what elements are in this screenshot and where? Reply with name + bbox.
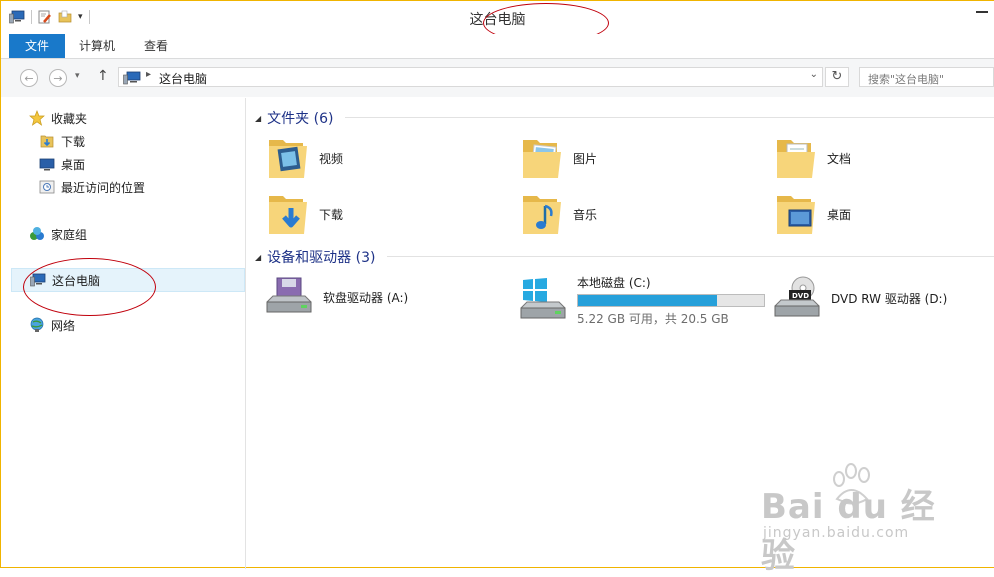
nav-recent-label: 最近访问的位置 (61, 180, 146, 195)
minimize-button[interactable] (976, 11, 988, 13)
dvd-drive-icon: DVD (774, 276, 820, 317)
capacity-bar (577, 294, 765, 307)
folders-group-header[interactable]: ◢ 文件夹 (6) (255, 108, 333, 128)
windows-drive-icon (520, 277, 566, 318)
nav-favorites[interactable]: 收藏夹 (29, 108, 87, 128)
nav-network-label: 网络 (51, 318, 76, 333)
address-row: ← → ▾ ↑ ▸ 这台电脑 ⌄ ↻ 搜索"这台电脑" (1, 59, 994, 97)
nav-downloads-label: 下载 (61, 134, 86, 149)
desktop-folder-icon (777, 196, 815, 234)
folder-label: 图片 (573, 151, 598, 166)
folder-label: 下载 (319, 207, 344, 222)
nav-favorites-label: 收藏夹 (51, 111, 88, 126)
refresh-button[interactable]: ↻ (825, 67, 849, 87)
folder-tile-pictures[interactable]: 图片 (521, 134, 597, 182)
chevron-down-icon[interactable]: ⌄ (810, 69, 818, 80)
folder-tile-downloads[interactable]: 下载 (267, 190, 343, 238)
devices-group-header[interactable]: ◢ 设备和驱动器 (3) (255, 247, 375, 267)
drive-label: 软盘驱动器 (A:) (323, 290, 409, 305)
forward-button[interactable]: → (49, 69, 67, 87)
capacity-fill (578, 295, 717, 306)
folder-tile-documents[interactable]: 文档 (775, 134, 851, 182)
tab-view[interactable]: 查看 (130, 34, 182, 58)
drive-usage-text: 5.22 GB 可用，共 20.5 GB (577, 312, 729, 326)
pictures-folder-icon (523, 140, 561, 178)
nav-homegroup[interactable]: 家庭组 (29, 224, 87, 244)
folder-label: 视频 (319, 151, 344, 166)
drive-label: 本地磁盘 (C:) (577, 276, 651, 290)
drive-tile-dvd[interactable]: DVD DVD RW 驱动器 (D:) (773, 276, 947, 320)
watermark-url: jingyan.baidu.com (763, 525, 910, 541)
breadcrumb-chevron-icon[interactable]: ▸ (146, 69, 151, 80)
video-folder-icon (269, 140, 307, 178)
breadcrumb[interactable]: 这台电脑 (159, 70, 207, 87)
nav-thispc[interactable]: 这台电脑 (11, 268, 245, 292)
back-button[interactable]: ← (20, 69, 38, 87)
nav-homegroup-label: 家庭组 (51, 227, 88, 242)
folder-tile-videos[interactable]: 视频 (267, 134, 343, 182)
nav-thispc-label: 这台电脑 (52, 273, 101, 288)
documents-folder-icon (777, 140, 815, 178)
downloads-icon (40, 135, 54, 148)
floppy-drive-icon (266, 277, 312, 313)
group-divider (345, 117, 994, 118)
folder-label: 桌面 (827, 207, 852, 222)
title-bar: ▾ 这台电脑 (1, 1, 994, 43)
desktop-icon (39, 158, 55, 171)
dvd-badge: DVD (792, 292, 809, 300)
nav-downloads[interactable]: 下载 (39, 131, 85, 151)
nav-desktop-label: 桌面 (61, 157, 86, 172)
group-divider (387, 256, 994, 257)
navigation-pane: 收藏夹 下载 桌面 最近访问的位置 家庭组 这台电脑 网络 (1, 98, 246, 569)
folders-header-label: 文件夹 (6) (267, 111, 334, 127)
homegroup-icon (30, 227, 44, 240)
baidu-watermark: Bai du 经验 jingyan.baidu.com (761, 463, 961, 576)
address-bar[interactable]: ▸ 这台电脑 ⌄ (118, 67, 823, 87)
drive-tile-local[interactable]: 本地磁盘 (C:) 5.22 GB 可用，共 20.5 GB (519, 274, 765, 327)
nav-recent[interactable]: 最近访问的位置 (39, 177, 145, 197)
recent-locations-icon[interactable]: ▾ (75, 71, 80, 81)
drive-tile-floppy[interactable]: 软盘驱动器 (A:) (265, 276, 408, 318)
folder-tile-desktop[interactable]: 桌面 (775, 190, 851, 238)
network-icon (30, 317, 44, 332)
explorer-window: ▾ 这台电脑 文件 计算机 查看 ← → ▾ ↑ ▸ 这台电脑 ⌄ ↻ 搜索"这… (0, 0, 994, 576)
up-button[interactable]: ↑ (97, 68, 109, 84)
ribbon-tabs: 文件 计算机 查看 (1, 34, 994, 59)
computer-icon (30, 273, 46, 287)
folder-label: 音乐 (573, 207, 598, 222)
collapse-arrow-icon[interactable]: ◢ (255, 114, 261, 123)
music-folder-icon (523, 196, 561, 234)
drive-info: 本地磁盘 (C:) 5.22 GB 可用，共 20.5 GB (577, 274, 765, 327)
collapse-arrow-icon[interactable]: ◢ (255, 253, 261, 262)
folder-label: 文档 (827, 151, 852, 166)
nav-network[interactable]: 网络 (29, 315, 75, 335)
computer-icon (123, 71, 141, 85)
search-input[interactable]: 搜索"这台电脑" (859, 67, 994, 87)
devices-header-label: 设备和驱动器 (3) (267, 250, 376, 266)
recent-places-icon (39, 180, 55, 194)
folder-tile-music[interactable]: 音乐 (521, 190, 597, 238)
nav-desktop[interactable]: 桌面 (39, 154, 85, 174)
tab-file[interactable]: 文件 (9, 34, 66, 58)
tab-computer[interactable]: 计算机 (65, 34, 129, 58)
star-icon (29, 110, 45, 126)
drive-label: DVD RW 驱动器 (D:) (831, 291, 948, 306)
window-title: 这台电脑 (469, 12, 526, 28)
downloads-folder-icon (269, 196, 307, 234)
